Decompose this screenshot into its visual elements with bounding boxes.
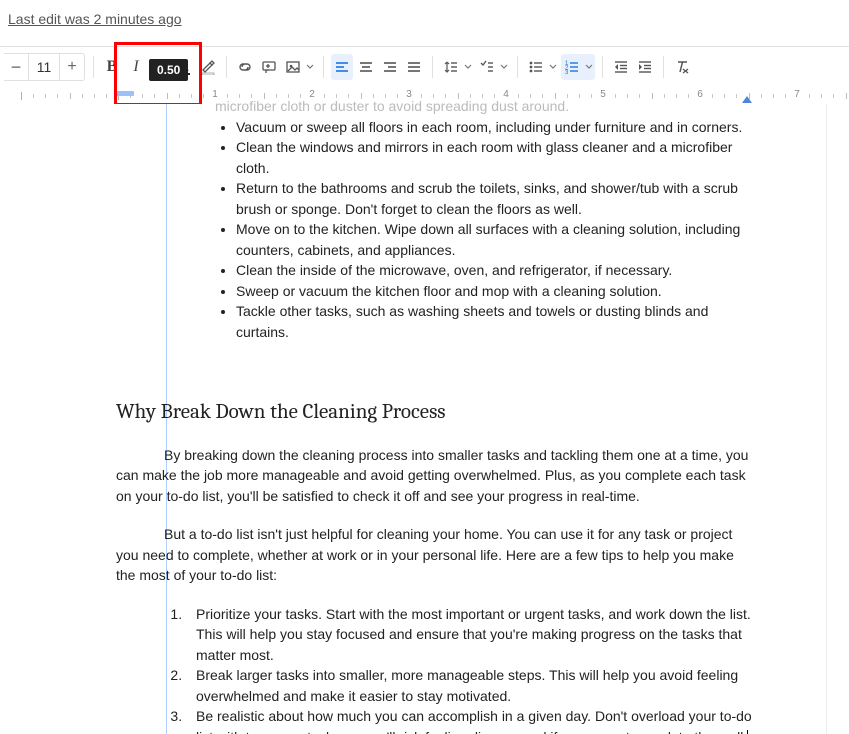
bulleted-list: Vacuum or sweep all floors in each room,… <box>116 117 754 343</box>
separator <box>517 56 518 78</box>
separator <box>602 56 603 78</box>
last-edit-link[interactable]: Last edit was 2 minutes ago <box>8 11 182 27</box>
chevron-down-icon <box>585 63 593 71</box>
chevron-down-icon <box>549 63 557 71</box>
chevron-down-icon <box>500 63 508 71</box>
bold-button[interactable]: B <box>101 54 123 80</box>
paragraph[interactable]: But a to-do list isn't just helpful for … <box>116 524 754 586</box>
separator <box>226 56 227 78</box>
font-size-minus[interactable]: − <box>4 54 28 80</box>
insert-image-button[interactable] <box>282 54 316 80</box>
separator <box>432 56 433 78</box>
list-item[interactable]: Clean the inside of the microwave, oven,… <box>236 260 754 281</box>
formatting-toolbar: − 11 + B I <box>0 50 849 84</box>
list-item[interactable]: Clean the windows and mirrors in each ro… <box>236 137 754 178</box>
list-item[interactable]: Be realistic about how much you can acco… <box>186 706 754 734</box>
insert-link-button[interactable] <box>234 54 256 80</box>
separator <box>663 56 664 78</box>
indent-tooltip: 0.50 <box>149 59 188 81</box>
bulleted-list-button[interactable] <box>525 54 559 80</box>
document-body[interactable]: microfiber cloth or duster to avoid spre… <box>116 96 754 734</box>
line-spacing-button[interactable] <box>440 54 474 80</box>
header-divider <box>0 46 849 47</box>
highlight-color-button[interactable] <box>197 54 219 80</box>
align-center-button[interactable] <box>355 54 377 80</box>
numbered-list: Prioritize your tasks. Start with the mo… <box>116 604 754 734</box>
checklist-button[interactable] <box>476 54 510 80</box>
align-justify-button[interactable] <box>403 54 425 80</box>
list-item[interactable]: Vacuum or sweep all floors in each room,… <box>236 117 754 138</box>
bullet-continuation-text: microfiber cloth or duster to avoid spre… <box>215 96 754 117</box>
numbered-list-button[interactable]: 123 <box>561 54 595 80</box>
align-right-button[interactable] <box>379 54 401 80</box>
font-size-value[interactable]: 11 <box>28 54 60 80</box>
paragraph[interactable]: By breaking down the cleaning process in… <box>116 445 754 507</box>
insert-comment-button[interactable] <box>258 54 280 80</box>
chevron-down-icon <box>464 63 472 71</box>
list-item[interactable]: Return to the bathrooms and scrub the to… <box>236 178 754 219</box>
clear-formatting-button[interactable] <box>671 54 693 80</box>
font-size-group: − 11 + <box>4 53 85 81</box>
list-item[interactable]: Prioritize your tasks. Start with the mo… <box>186 604 754 666</box>
list-item[interactable]: Move on to the kitchen. Wipe down all su… <box>236 219 754 260</box>
document-page: microfiber cloth or duster to avoid spre… <box>21 104 827 734</box>
list-item[interactable]: Break larger tasks into smaller, more ma… <box>186 665 754 706</box>
separator <box>93 56 94 78</box>
text-cursor <box>747 730 748 734</box>
section-heading[interactable]: Why Break Down the Cleaning Process <box>116 402 754 423</box>
font-size-plus[interactable]: + <box>60 54 84 80</box>
separator <box>323 56 324 78</box>
svg-text:3: 3 <box>565 70 569 75</box>
increase-indent-button[interactable] <box>634 54 656 80</box>
italic-button[interactable]: I <box>125 54 147 80</box>
align-left-button[interactable] <box>331 54 353 80</box>
list-item[interactable]: Tackle other tasks, such as washing shee… <box>236 301 754 342</box>
decrease-indent-button[interactable] <box>610 54 632 80</box>
list-item[interactable]: Sweep or vacuum the kitchen floor and mo… <box>236 281 754 302</box>
chevron-down-icon <box>306 63 314 71</box>
